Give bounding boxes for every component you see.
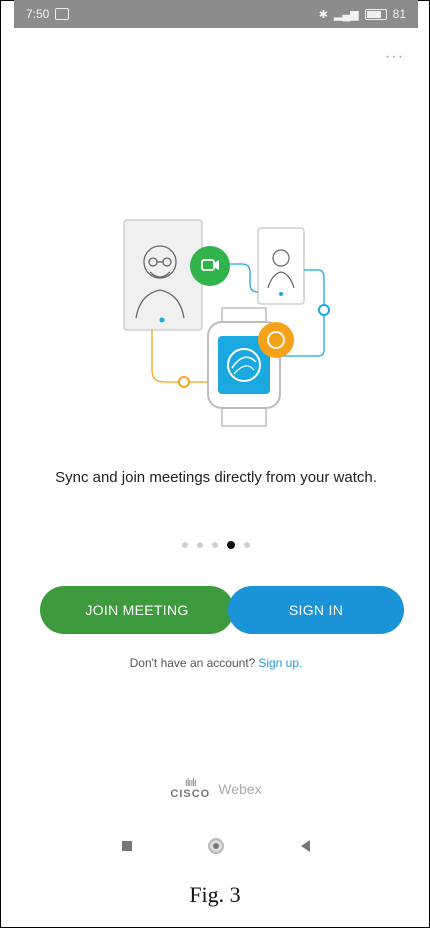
signup-prompt: Don't have an account? — [129, 656, 256, 670]
figure-caption: Fig. 3 — [189, 882, 241, 907]
cisco-logo: ılıılı CISCO — [170, 777, 211, 801]
android-nav-bar — [14, 826, 418, 866]
page-dot[interactable] — [244, 542, 250, 548]
sign-up-link[interactable]: Sign up. — [258, 656, 302, 670]
more-options-button[interactable]: ··· — [385, 48, 404, 66]
bluetooth-icon: ✱ — [318, 8, 328, 21]
phone-screen: 7:50 ✱ ▂▄▆ 81 ··· Sync and join meetings… — [14, 0, 418, 880]
onboarding-tagline: Sync and join meetings directly from you… — [55, 469, 377, 486]
page-dot-active[interactable] — [227, 541, 235, 549]
page-dot[interactable] — [182, 542, 188, 548]
signal-icon: ▂▄▆ — [333, 8, 359, 21]
page-dot[interactable] — [212, 542, 218, 548]
battery-icon — [364, 8, 387, 20]
brand-footer: ılıılı CISCO Webex — [14, 777, 418, 801]
signup-row: Don't have an account? Sign up. — [14, 656, 418, 670]
back-icon[interactable] — [300, 840, 310, 852]
home-icon[interactable] — [208, 838, 225, 854]
recents-icon[interactable] — [122, 841, 133, 851]
webex-wordmark: Webex — [218, 781, 262, 797]
join-meeting-button[interactable]: JOIN MEETING — [40, 586, 234, 634]
notification-icon — [55, 8, 70, 20]
battery-level: 81 — [392, 7, 406, 21]
cisco-wordmark: CISCO — [170, 788, 211, 800]
cisco-bars-icon: ılıılı — [184, 777, 197, 789]
page-dot[interactable] — [197, 542, 203, 548]
page-indicator — [14, 541, 418, 549]
status-time: 7:50 — [26, 7, 50, 21]
watch-meeting-illustration — [123, 219, 330, 427]
sign-in-button[interactable]: SIGN IN — [228, 586, 404, 634]
status-bar: 7:50 ✱ ▂▄▆ 81 — [14, 0, 418, 28]
